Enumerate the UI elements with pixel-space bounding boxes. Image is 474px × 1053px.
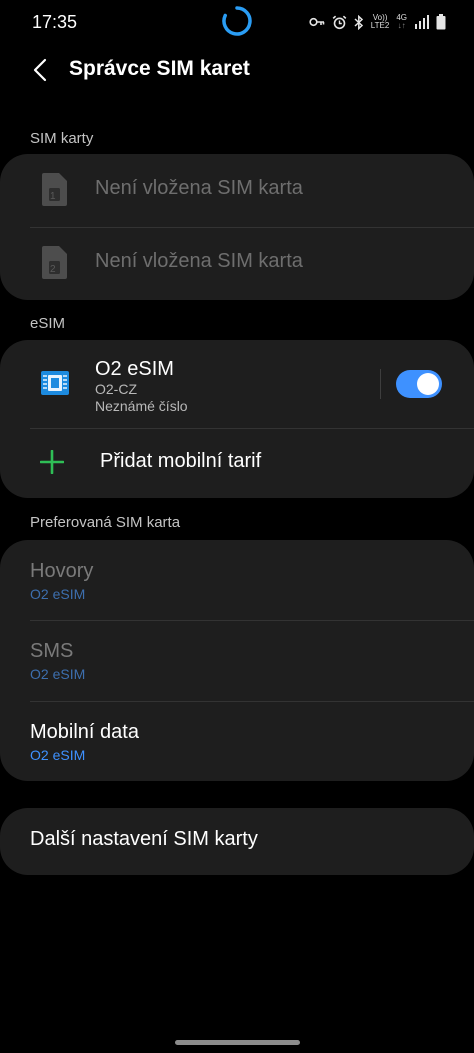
sim-slot-number: 1 [50, 191, 56, 202]
esim-number: Neznámé číslo [95, 398, 188, 414]
status-time: 17:35 [32, 12, 78, 32]
esim-toggle[interactable] [396, 370, 442, 398]
app-bar: Správce SIM karet [0, 48, 474, 92]
plus-icon [40, 450, 64, 474]
signal-icon [415, 15, 429, 29]
add-plan-label: Přidat mobilní tarif [100, 450, 262, 472]
esim-operator: O2-CZ [95, 381, 137, 397]
sim-slot-2-row[interactable]: 2 Není vložena SIM karta [0, 227, 474, 300]
preferred-data-title: Mobilní data [30, 721, 139, 743]
battery-icon [436, 14, 446, 30]
preferred-data-value: O2 eSIM [30, 747, 86, 763]
esim-card: O2 eSIM O2-CZ Neznámé číslo Přidat mobil… [0, 340, 474, 498]
sim-slot-1-label: Není vložena SIM karta [95, 177, 303, 199]
preferred-calls-value: O2 eSIM [30, 586, 86, 602]
preferred-calls-row[interactable]: Hovory O2 eSIM [0, 540, 474, 620]
section-header-sim-cards: SIM karty [30, 130, 94, 147]
back-button[interactable] [24, 54, 56, 86]
more-sim-settings-button[interactable]: Další nastavení SIM karty [0, 808, 474, 875]
sim-slot-number: 2 [50, 264, 56, 275]
key-icon [309, 17, 325, 27]
alarm-icon [332, 15, 347, 29]
section-header-esim: eSIM [30, 315, 66, 332]
more-sim-settings-label: Další nastavení SIM karty [30, 828, 258, 850]
sim-slot-1-row[interactable]: 1 Není vložena SIM karta [0, 154, 474, 227]
sim-cards-card: 1 Není vložena SIM karta 2 Není vložena … [0, 154, 474, 300]
status-bar: 17:35 Vo)) LTE2 4G ↓↑ [0, 0, 474, 44]
preferred-calls-title: Hovory [30, 560, 94, 582]
section-header-preferred: Preferovaná SIM karta [30, 514, 181, 531]
toggle-knob [417, 373, 439, 395]
loading-spinner-icon [222, 6, 252, 36]
preferred-sim-card: Hovory O2 eSIM SMS O2 eSIM Mobilní data … [0, 540, 474, 781]
status-icons: Vo)) LTE2 4G ↓↑ [309, 13, 446, 31]
sim-slot-2-label: Není vložena SIM karta [95, 250, 303, 272]
preferred-sms-value: O2 eSIM [30, 666, 86, 682]
vertical-divider [380, 369, 381, 399]
preferred-sms-row[interactable]: SMS O2 eSIM [0, 620, 474, 700]
bluetooth-icon [354, 14, 363, 30]
chevron-left-icon [33, 58, 47, 82]
esim-row[interactable]: O2 eSIM O2-CZ Neznámé číslo [0, 340, 370, 428]
esim-name: O2 eSIM [95, 358, 174, 380]
navigation-handle[interactable] [175, 1040, 300, 1045]
page-title: Správce SIM karet [69, 57, 250, 80]
esim-chip-icon [41, 371, 69, 395]
network-type-indicator: 4G ↓↑ [396, 13, 407, 30]
preferred-sms-title: SMS [30, 640, 74, 662]
preferred-data-row[interactable]: Mobilní data O2 eSIM [0, 701, 474, 781]
volte-indicator: Vo)) LTE2 [370, 13, 390, 30]
